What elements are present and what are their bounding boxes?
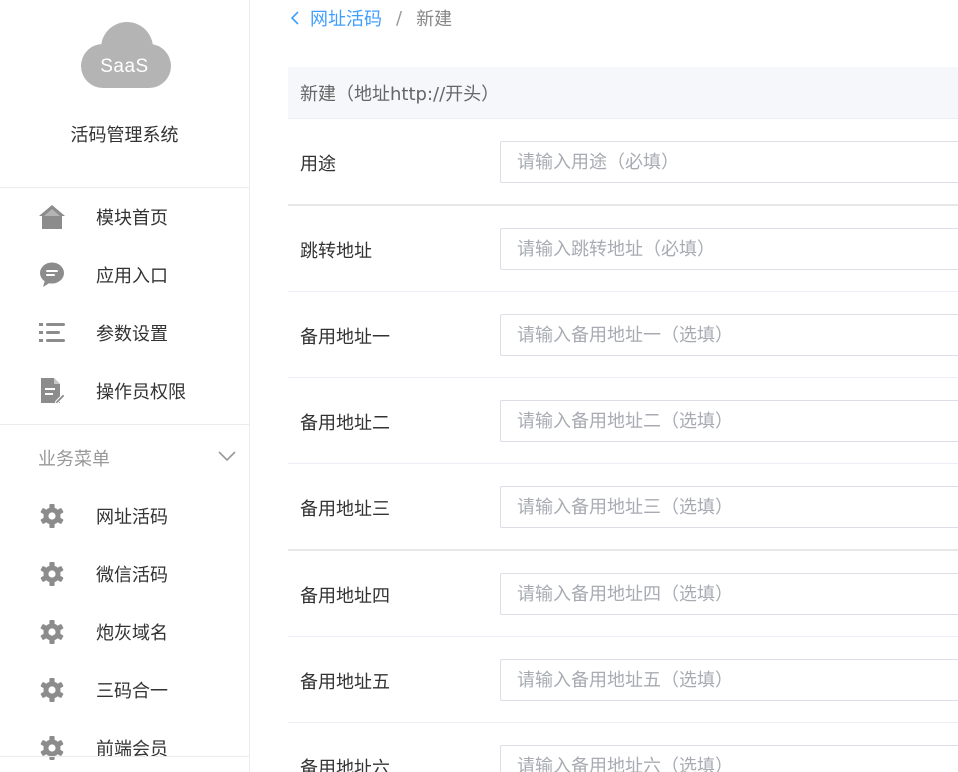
gear-icon <box>38 618 66 646</box>
backup-url-6-input[interactable] <box>500 745 958 772</box>
sidebar-item-module-home[interactable]: 模块首页 <box>0 188 249 246</box>
business-menu-label: 业务菜单 <box>38 449 110 470</box>
backup-url-3-input[interactable] <box>500 486 958 528</box>
form-row-backup-url-1: 备用地址一 <box>288 292 958 378</box>
breadcrumb-current: 新建 <box>416 9 453 30</box>
sidebar-item-operator-permissions[interactable]: 操作员权限 <box>0 362 249 420</box>
form-header: 新建（地址http://开头） <box>288 67 958 119</box>
chevron-down-icon <box>217 447 237 466</box>
document-edit-icon <box>38 377 66 405</box>
gear-icon <box>38 734 66 762</box>
redirect-url-input[interactable] <box>500 228 958 270</box>
form-row-backup-url-3: 备用地址三 <box>288 464 958 551</box>
sidebar-item-label: 微信活码 <box>96 565 168 586</box>
sidebar-item-decoy-domains[interactable]: 炮灰域名 <box>0 603 249 661</box>
sidebar-main-nav: 模块首页 应用入口 参数设置 操作员权限 <box>0 188 249 420</box>
sidebar-item-wechat-livecode[interactable]: 微信活码 <box>0 545 249 603</box>
app-title: 活码管理系统 <box>70 125 179 146</box>
form-row-backup-url-4: 备用地址四 <box>288 551 958 637</box>
sidebar-item-label: 参数设置 <box>96 324 168 345</box>
home-icon <box>38 203 66 231</box>
form-row-purpose: 用途 <box>288 119 958 206</box>
chat-icon <box>38 261 66 289</box>
backup-url-4-input[interactable] <box>500 573 958 615</box>
sidebar-item-url-livecode[interactable]: 网址活码 <box>0 487 249 545</box>
breadcrumb: 网址活码 / 新建 <box>290 6 452 30</box>
field-label: 备用地址五 <box>300 672 390 693</box>
new-form: 新建（地址http://开头） 用途 跳转地址 备用地址一 备用地址二 备用地址… <box>288 67 958 772</box>
breadcrumb-link-url-livecode[interactable]: 网址活码 <box>310 5 382 31</box>
form-row-backup-url-2: 备用地址二 <box>288 378 958 464</box>
field-label: 备用地址三 <box>300 499 390 520</box>
main-content: 网址活码 / 新建 新建（地址http://开头） 用途 跳转地址 备用地址一 … <box>250 0 958 772</box>
saas-logo: SaaS <box>77 20 173 90</box>
sidebar-item-label: 应用入口 <box>96 266 168 287</box>
backup-url-2-input[interactable] <box>500 400 958 442</box>
logo-text: SaaS <box>100 56 149 77</box>
business-menu-toggle[interactable]: 业务菜单 <box>0 425 249 487</box>
list-settings-icon <box>38 319 66 347</box>
backup-url-1-input[interactable] <box>500 314 958 356</box>
gear-icon <box>38 676 66 704</box>
form-row-backup-url-5: 备用地址五 <box>288 637 958 723</box>
sidebar-item-frontend-members[interactable]: 前端会员 <box>0 719 249 772</box>
field-label: 备用地址四 <box>300 586 390 607</box>
sidebar-item-label: 三码合一 <box>96 681 168 702</box>
sidebar-item-label: 网址活码 <box>96 507 168 528</box>
form-row-backup-url-6: 备用地址六 <box>288 723 958 772</box>
sidebar-item-label: 操作员权限 <box>96 382 186 403</box>
field-label: 备用地址二 <box>300 413 390 434</box>
gear-icon <box>38 502 66 530</box>
sidebar: SaaS 活码管理系统 模块首页 应用入口 参数设置 操作员权限 业务菜单 网址… <box>0 0 250 772</box>
sidebar-item-label: 模块首页 <box>96 208 168 229</box>
cloud-logo-icon <box>80 22 171 88</box>
sidebar-item-param-settings[interactable]: 参数设置 <box>0 304 249 362</box>
back-chevron-icon[interactable] <box>290 10 300 26</box>
sidebar-divider <box>0 756 250 757</box>
sidebar-item-label: 前端会员 <box>96 739 168 760</box>
app-root: SaaS 活码管理系统 模块首页 应用入口 参数设置 操作员权限 业务菜单 网址… <box>0 0 958 772</box>
field-label: 用途 <box>300 154 336 175</box>
business-menu-items: 网址活码 微信活码 炮灰域名 三码合一 前端会员 <box>0 487 249 772</box>
brand-area: SaaS 活码管理系统 <box>0 20 249 188</box>
purpose-input[interactable] <box>500 141 958 183</box>
sidebar-item-label: 炮灰域名 <box>96 623 168 644</box>
form-row-redirect-url: 跳转地址 <box>288 206 958 292</box>
field-label: 备用地址六 <box>300 758 390 772</box>
field-label: 跳转地址 <box>300 241 372 262</box>
gear-icon <box>38 560 66 588</box>
sidebar-item-three-in-one[interactable]: 三码合一 <box>0 661 249 719</box>
breadcrumb-separator: / <box>396 7 403 29</box>
field-label: 备用地址一 <box>300 327 390 348</box>
sidebar-item-app-entry[interactable]: 应用入口 <box>0 246 249 304</box>
backup-url-5-input[interactable] <box>500 659 958 701</box>
